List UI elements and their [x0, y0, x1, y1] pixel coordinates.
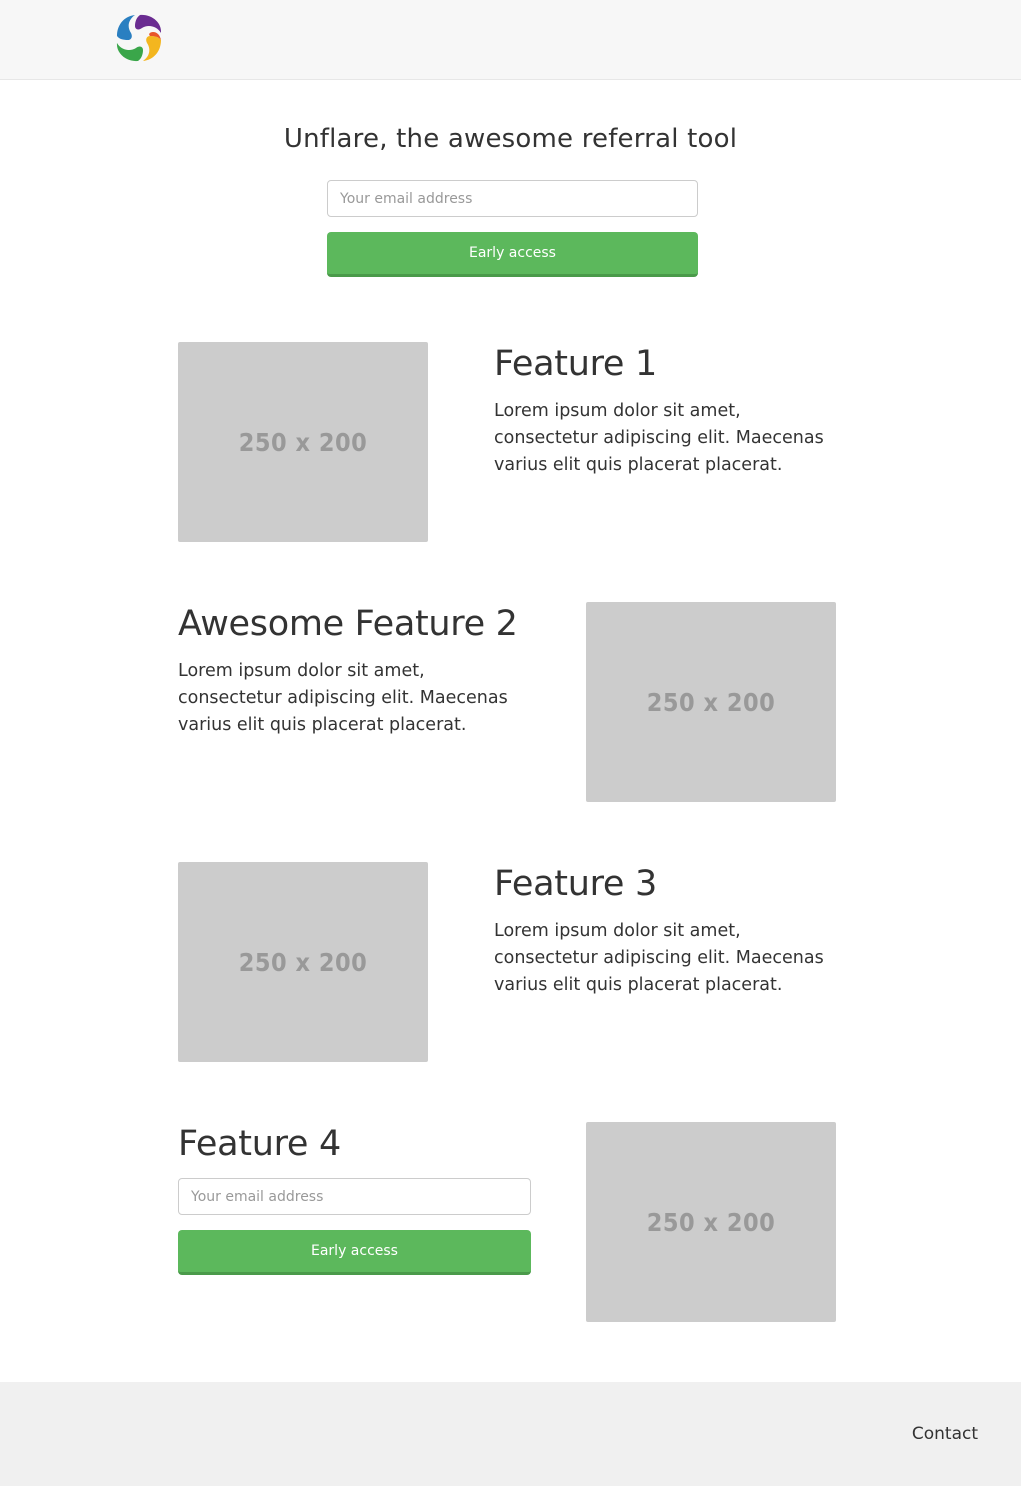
feature-4-heading: Feature 4	[178, 1124, 341, 1164]
hero-title: Unflare, the awesome referral tool	[283, 124, 738, 154]
feature-3-image: 250 x 200	[178, 862, 428, 1062]
feature-2-text: Lorem ipsum dolor sit amet, consectetur …	[178, 661, 508, 735]
feature-3-heading: Feature 3	[494, 864, 657, 904]
feature-1-heading: Feature 1	[494, 344, 657, 384]
feature-1-text: Lorem ipsum dolor sit amet, consectetur …	[494, 401, 824, 475]
feature-1-image: 250 x 200	[178, 342, 428, 542]
feature-2-heading: Awesome Feature 2	[178, 604, 518, 644]
footer: Contact	[0, 1382, 1021, 1486]
image-size-label: 250 x 200	[238, 427, 368, 457]
hero-early-access-button[interactable]: Early access	[327, 232, 698, 277]
image-size-label: 250 x 200	[646, 1207, 776, 1237]
feature-2-image: 250 x 200	[586, 602, 836, 802]
feature-3-text: Lorem ipsum dolor sit amet, consectetur …	[494, 921, 824, 995]
image-size-label: 250 x 200	[238, 947, 368, 977]
swirl-logo-icon[interactable]	[113, 12, 165, 64]
feature-4-email-input[interactable]	[178, 1178, 531, 1215]
feature-4-image: 250 x 200	[586, 1122, 836, 1322]
image-size-label: 250 x 200	[646, 687, 776, 717]
navbar	[0, 0, 1021, 80]
feature-4-early-access-button[interactable]: Early access	[178, 1230, 531, 1275]
contact-link[interactable]: Contact	[912, 1424, 978, 1444]
hero-email-input[interactable]	[327, 180, 698, 217]
